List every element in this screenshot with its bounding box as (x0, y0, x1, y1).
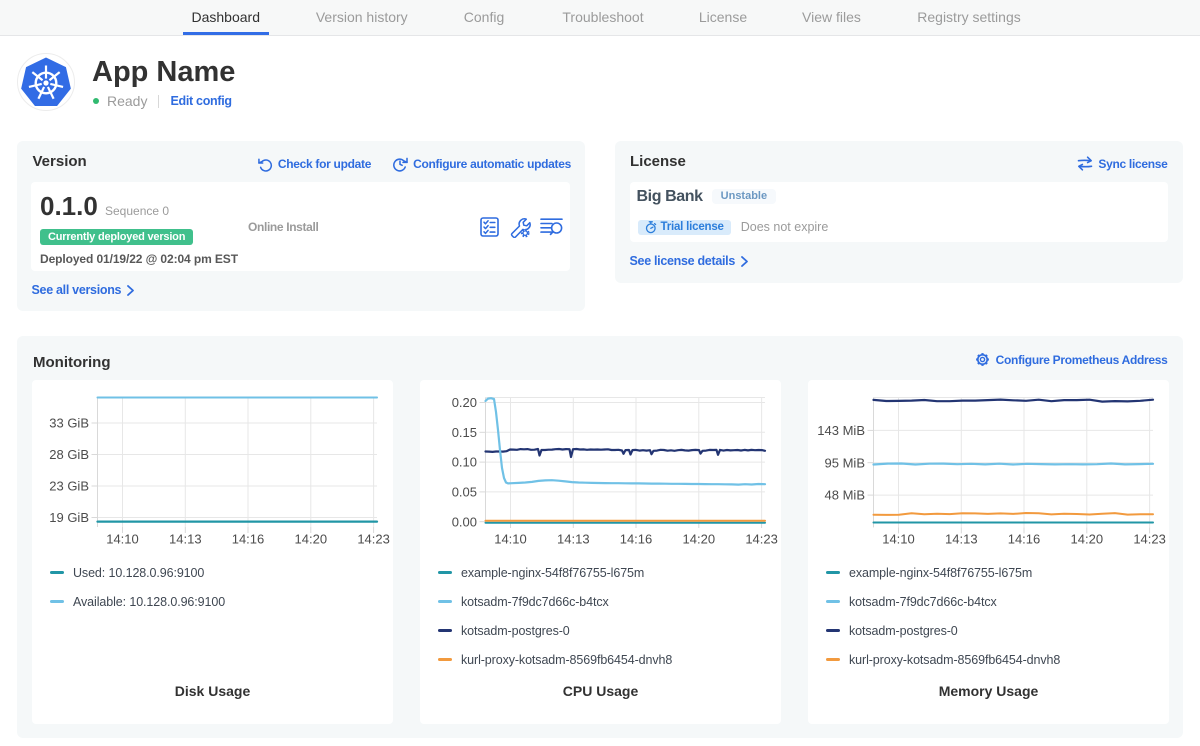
svg-text:14:10: 14:10 (494, 532, 527, 547)
svg-text:14:23: 14:23 (357, 532, 390, 547)
svg-text:19 GiB: 19 GiB (49, 510, 89, 525)
svg-text:0.05: 0.05 (452, 485, 477, 500)
svg-text:33 GiB: 33 GiB (49, 416, 89, 431)
svg-text:14:16: 14:16 (232, 532, 265, 547)
svg-text:14:10: 14:10 (106, 532, 139, 547)
svg-text:0.00: 0.00 (452, 514, 477, 529)
svg-text:14:20: 14:20 (683, 532, 716, 547)
svg-text:14:20: 14:20 (295, 532, 328, 547)
svg-text:143 MiB: 143 MiB (817, 423, 865, 438)
svg-text:14:13: 14:13 (169, 532, 202, 547)
svg-text:28 GiB: 28 GiB (49, 447, 89, 462)
svg-text:95 MiB: 95 MiB (825, 455, 865, 470)
svg-text:0.15: 0.15 (452, 425, 477, 440)
svg-text:0.20: 0.20 (452, 395, 477, 410)
svg-text:14:16: 14:16 (1008, 532, 1041, 547)
svg-text:14:20: 14:20 (1071, 532, 1104, 547)
svg-text:48 MiB: 48 MiB (825, 488, 865, 503)
svg-text:14:10: 14:10 (882, 532, 915, 547)
svg-text:23 GiB: 23 GiB (49, 479, 89, 494)
svg-text:14:16: 14:16 (620, 532, 653, 547)
svg-text:14:13: 14:13 (945, 532, 978, 547)
svg-text:14:23: 14:23 (745, 532, 778, 547)
svg-text:0.10: 0.10 (452, 455, 477, 470)
svg-text:14:23: 14:23 (1133, 532, 1166, 547)
svg-text:14:13: 14:13 (557, 532, 590, 547)
